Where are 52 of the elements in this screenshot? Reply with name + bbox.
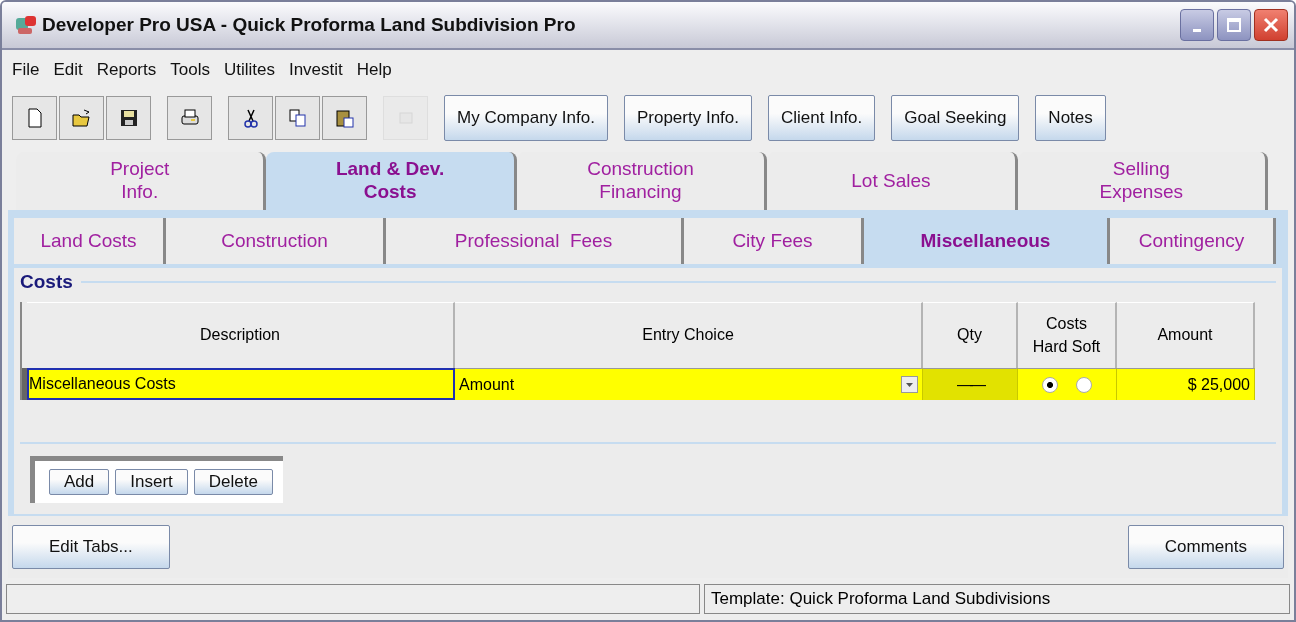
table-cell: —— bbox=[923, 368, 1018, 400]
radio-button[interactable] bbox=[1042, 376, 1058, 393]
menu-item[interactable]: Tools bbox=[170, 60, 210, 80]
tab[interactable]: Construction bbox=[166, 218, 386, 264]
menu-item[interactable]: Investit bbox=[288, 60, 343, 80]
status-text: Template: Quick Proforma Land Subdivisions bbox=[704, 584, 1290, 614]
app-icon bbox=[14, 14, 38, 36]
save-icon[interactable] bbox=[106, 96, 151, 140]
window-title: Developer Pro USA - Quick Proforma Land Subdivision Pro bbox=[42, 14, 577, 36]
section-title: Costs bbox=[20, 271, 73, 293]
paste-icon[interactable] bbox=[322, 96, 367, 140]
toolbar-button[interactable]: Client Info. bbox=[768, 95, 876, 141]
menu-item[interactable]: File bbox=[12, 60, 40, 80]
cut-icon[interactable] bbox=[228, 96, 273, 140]
tab[interactable]: Land & Dev. Costs bbox=[266, 152, 517, 210]
minimize-button[interactable] bbox=[1180, 9, 1214, 41]
dropdown-field[interactable]: Amount bbox=[455, 368, 923, 400]
toolbar-button[interactable]: Notes bbox=[1035, 95, 1106, 141]
table-cell: $ 25,000 bbox=[1117, 368, 1255, 400]
menu-item[interactable]: Help bbox=[356, 60, 392, 80]
row-action-button[interactable]: Delete bbox=[193, 468, 273, 495]
close-icon bbox=[1261, 15, 1281, 35]
minimize-icon bbox=[1193, 28, 1201, 32]
toolbar-button[interactable]: Property Info. bbox=[623, 95, 752, 141]
comments-button[interactable]: Comments bbox=[1127, 525, 1284, 569]
tab[interactable]: Professional Fees bbox=[386, 218, 684, 264]
caret-icon bbox=[901, 376, 918, 393]
copy-icon[interactable] bbox=[275, 96, 320, 140]
menu-item[interactable]: Utilites bbox=[223, 60, 275, 80]
column-header: Costs Hard Soft bbox=[1018, 302, 1117, 368]
row-action-button[interactable]: Insert bbox=[115, 468, 188, 495]
edit-tabs-button[interactable]: Edit Tabs... bbox=[12, 525, 170, 569]
toolbar-button[interactable]: Goal Seeking bbox=[891, 95, 1020, 141]
folder-icon[interactable] bbox=[59, 96, 104, 140]
column-header: Entry Choice bbox=[455, 302, 923, 368]
tab[interactable]: Contingency bbox=[1110, 218, 1276, 264]
close-button[interactable] bbox=[1254, 9, 1288, 41]
tab[interactable]: City Fees bbox=[684, 218, 864, 264]
toolbar-button[interactable]: My Company Info. bbox=[444, 95, 608, 141]
column-header: Amount bbox=[1117, 302, 1255, 368]
menu-item[interactable]: Edit bbox=[53, 60, 83, 80]
radio-button[interactable] bbox=[1076, 376, 1092, 393]
row-action-button[interactable]: Add bbox=[49, 468, 110, 495]
print-icon[interactable] bbox=[167, 96, 212, 140]
new-file-icon[interactable] bbox=[12, 96, 57, 140]
maximize-icon bbox=[1224, 15, 1244, 35]
column-header: Qty bbox=[923, 302, 1018, 368]
maximize-button[interactable] bbox=[1217, 9, 1251, 41]
column-header: Description bbox=[27, 302, 455, 368]
tab[interactable]: Land Costs bbox=[14, 218, 166, 264]
table-cell[interactable]: Miscellaneous Costs bbox=[27, 368, 455, 400]
menu-item[interactable]: Reports bbox=[96, 60, 157, 80]
